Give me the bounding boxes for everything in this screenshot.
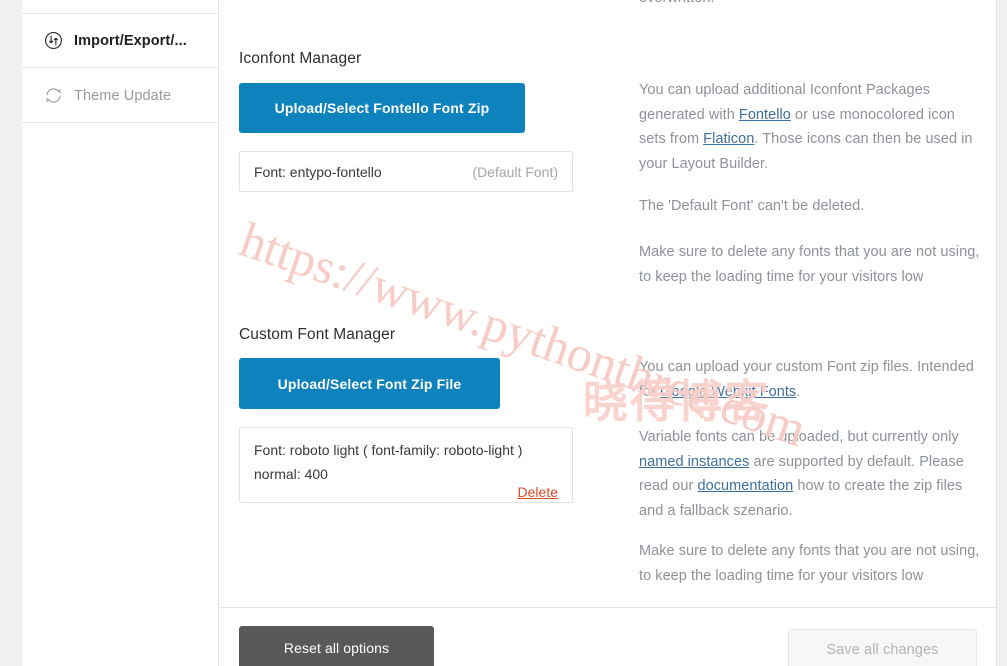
custom-font-entry-line2: normal: 400	[254, 466, 328, 482]
refresh-icon	[44, 86, 74, 105]
delete-font-link[interactable]: Delete	[518, 484, 558, 500]
save-all-changes-button[interactable]: Save all changes	[788, 629, 977, 666]
help-text-iconfont-1: You can upload additional Iconfont Packa…	[639, 78, 984, 176]
flaticon-link[interactable]: Flaticon	[703, 131, 754, 147]
sidebar-item-import-export[interactable]: Import/Export/...	[22, 14, 218, 68]
options-content-panel: Iconfont Manager Upload/Select Fontello …	[220, 0, 996, 666]
iconfont-entry-name: Font: entypo-fontello	[254, 163, 382, 180]
iconfont-entry-default-tag: (Default Font)	[472, 163, 558, 180]
help-text-part: .	[796, 383, 801, 400]
page-gutter-left	[0, 0, 22, 666]
sidebar-item-label: Theme Update	[74, 87, 172, 104]
help-text-cut-top: overwritten.	[639, 0, 984, 11]
google-webkit-fonts-link[interactable]: Google Webkit Fonts	[660, 384, 796, 400]
help-text-customfont-2: Variable fonts can be uploaded, but curr…	[639, 425, 984, 523]
custom-font-manager-title: Custom Font Manager	[239, 326, 396, 343]
help-text-iconfont-2: The 'Default Font' can't be deleted.	[639, 198, 865, 214]
upload-fontello-zip-button[interactable]: Upload/Select Fontello Font Zip	[239, 83, 525, 133]
help-text-iconfont-3: Make sure to delete any fonts that you a…	[639, 244, 980, 285]
fontello-link[interactable]: Fontello	[739, 107, 791, 123]
custom-font-entry-line1: Font: roboto light ( font-family: roboto…	[254, 442, 523, 458]
footer-divider	[220, 607, 996, 608]
page-gutter-right[interactable]	[996, 0, 1007, 666]
sidebar-item-theme-update[interactable]: Theme Update	[22, 69, 218, 123]
named-instances-link[interactable]: named instances	[639, 454, 749, 470]
sidebar-item-label: Import/Export/...	[74, 32, 187, 49]
import-export-icon	[44, 31, 74, 50]
options-sidebar: Import/Export/... Theme Update	[22, 0, 219, 666]
theme-options-page: Import/Export/... Theme Update Iconfont …	[0, 0, 1007, 666]
upload-font-zip-button[interactable]: Upload/Select Font Zip File	[239, 358, 500, 409]
iconfont-entry-row: Font: entypo-fontello (Default Font)	[239, 151, 573, 192]
help-text-part: Variable fonts can be uploaded, but curr…	[639, 429, 959, 445]
iconfont-manager-title: Iconfont Manager	[239, 50, 362, 67]
custom-font-entry-row: Font: roboto light ( font-family: roboto…	[239, 427, 573, 503]
reset-all-options-button[interactable]: Reset all options	[239, 626, 434, 666]
help-text-customfont-3: Make sure to delete any fonts that you a…	[639, 543, 980, 584]
help-text-customfont-1: You can upload your custom Font zip file…	[639, 355, 984, 404]
custom-font-manager-section: Custom Font Manager Upload/Select Font Z…	[239, 326, 599, 503]
documentation-link[interactable]: documentation	[698, 478, 794, 494]
iconfont-manager-section: Iconfont Manager Upload/Select Fontello …	[239, 50, 599, 192]
